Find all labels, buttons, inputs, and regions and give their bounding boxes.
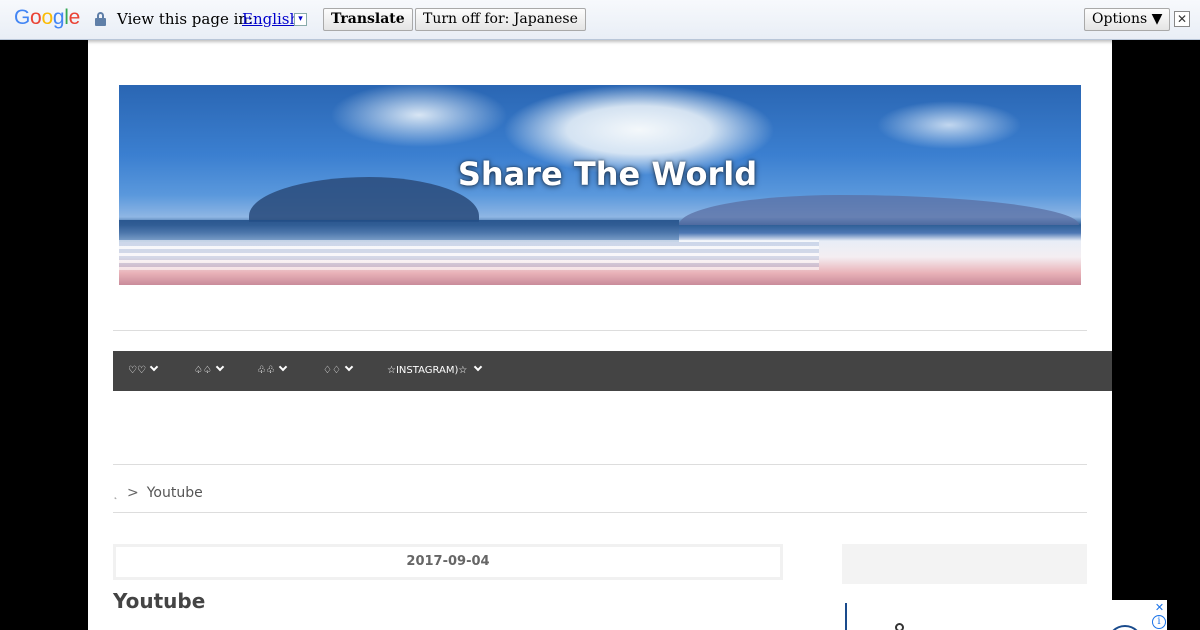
- chevron-down-icon: [215, 362, 225, 372]
- mountain-shape: [679, 195, 1079, 225]
- main-nav: ♡♡ ♤♤ ♧♧ ♢♢ ☆INSTAGRAM)☆: [113, 351, 1112, 391]
- turn-off-button[interactable]: Turn off for: Japanese: [415, 8, 586, 31]
- nav-item[interactable]: ♡♡: [128, 351, 159, 391]
- close-icon[interactable]: ✕: [1174, 11, 1190, 27]
- ad-accent-bar: [845, 603, 847, 630]
- translate-prompt: View this page in:: [117, 10, 254, 28]
- ad-ring-icon: [895, 623, 904, 630]
- ad-info-icon[interactable]: i: [1152, 615, 1166, 629]
- post-date: 2017-09-04: [113, 544, 783, 580]
- sea-shape: [119, 220, 679, 242]
- ad-banner[interactable]: ✕ i: [842, 600, 1167, 630]
- lock-icon: [95, 12, 106, 26]
- divider: [113, 330, 1087, 331]
- breadcrumb-home[interactable]: ˛: [113, 489, 123, 500]
- options-button[interactable]: Options ▼: [1084, 8, 1171, 31]
- ad-arc-icon: [1107, 625, 1143, 630]
- translate-bar: Google View this page in: English ▾ Tran…: [0, 0, 1200, 40]
- language-dropdown-icon[interactable]: ▾: [294, 13, 307, 26]
- ad-close-icon[interactable]: ✕: [1152, 600, 1167, 615]
- chevron-down-icon: [344, 362, 354, 372]
- nav-item[interactable]: ♤♤: [194, 351, 225, 391]
- translate-button[interactable]: Translate: [323, 8, 413, 31]
- nav-item-instagram[interactable]: ☆INSTAGRAM)☆: [387, 351, 483, 391]
- post-title: Youtube: [113, 589, 206, 613]
- google-logo: Google: [14, 6, 80, 29]
- chevron-down-icon: [474, 362, 483, 372]
- breadcrumb: ˛ > Youtube: [113, 485, 203, 501]
- nav-item[interactable]: ♢♢: [323, 351, 354, 391]
- chevron-down-icon: [278, 362, 288, 372]
- language-link[interactable]: English: [242, 10, 299, 28]
- breadcrumb-separator: >: [127, 485, 139, 501]
- header-image[interactable]: Share The World: [119, 85, 1081, 285]
- sidebar-widget: [842, 544, 1087, 584]
- nav-item[interactable]: ♧♧: [257, 351, 288, 391]
- page-container: Share The World ♡♡ ♤♤ ♧♧ ♢♢ ☆INSTAGRAM)☆…: [88, 40, 1112, 630]
- surf-shape: [119, 240, 819, 270]
- divider: [113, 464, 1087, 465]
- divider: [113, 512, 1087, 513]
- site-title[interactable]: Share The World: [119, 155, 1081, 193]
- breadcrumb-current: Youtube: [146, 485, 203, 501]
- chevron-down-icon: [149, 362, 159, 372]
